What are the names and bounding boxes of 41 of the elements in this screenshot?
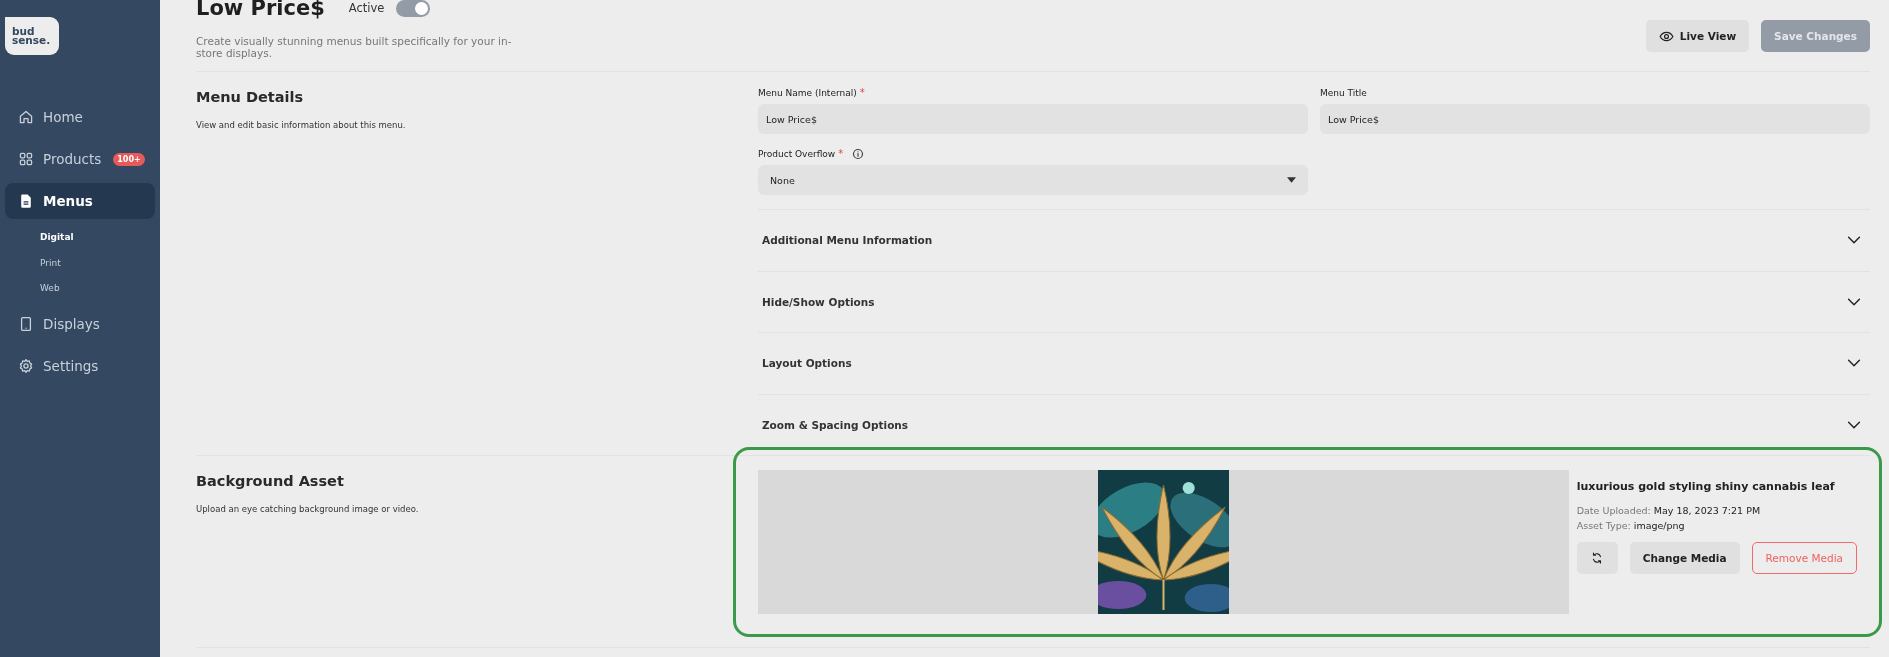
nav-item[interactable]: Settings (5, 347, 155, 384)
caret-icon (1287, 177, 1296, 183)
nav-item[interactable]: Products 100+ (5, 141, 155, 177)
document-icon (18, 193, 34, 209)
refresh-button[interactable] (1576, 542, 1618, 574)
nav-item[interactable]: Displays (5, 305, 155, 342)
dropdown-field[interactable]: None (758, 165, 1308, 195)
logo: bud sense. (5, 17, 59, 55)
gear-icon (18, 357, 34, 374)
asset-type: Asset Type: image/png (1576, 520, 1686, 531)
upload-date: Date Uploaded: May 18, 2023 7:21 PM (1576, 505, 1762, 516)
accordion-header[interactable]: Hide/Show Options (758, 270, 1870, 332)
tablet-icon (18, 315, 34, 332)
nav-item[interactable]: Home (5, 99, 155, 135)
required-mark: * (859, 87, 865, 98)
required-mark: * (838, 148, 844, 159)
accordion-header[interactable]: Zoom & Spacing Options (758, 393, 1870, 455)
text-field[interactable]: Low Price$ (1320, 104, 1870, 134)
section-title: Background Asset (196, 473, 345, 489)
text-field[interactable]: Low Price$ (758, 104, 1308, 134)
grid-icon (18, 151, 34, 167)
section-description: View and edit basic information about this menu. (196, 120, 407, 130)
nav-item[interactable]: Menus (5, 183, 155, 219)
asset-title: luxurious gold styling shiny cannabis leaf (1576, 480, 1836, 493)
change-media-button[interactable]: Change Media (1629, 542, 1740, 574)
count-badge: 100+ (113, 152, 145, 166)
live-view-button[interactable]: Live View (1645, 20, 1750, 52)
nav-subitem[interactable]: Print (40, 250, 155, 276)
page-description: Create visually stunning menus built specifically for your in-store displays. (196, 35, 513, 59)
section-description: Upload an eye catching background image or video. (196, 504, 420, 514)
field-label: Menu Title (1320, 87, 1367, 98)
home-icon (18, 109, 34, 125)
nav-subitem[interactable]: Web (40, 276, 155, 302)
accordion-header[interactable]: Additional Menu Information (758, 209, 1870, 271)
accordion-header[interactable]: Layout Options (758, 332, 1870, 394)
field-label: Product Overflow (758, 148, 836, 159)
field-label: Menu Name (Internal) (758, 87, 857, 98)
nav-subitem[interactable]: Digital (40, 225, 155, 251)
status-label: Active (348, 1, 385, 15)
section-title: Menu Details (196, 89, 305, 105)
toggle-switch[interactable] (396, 0, 431, 17)
